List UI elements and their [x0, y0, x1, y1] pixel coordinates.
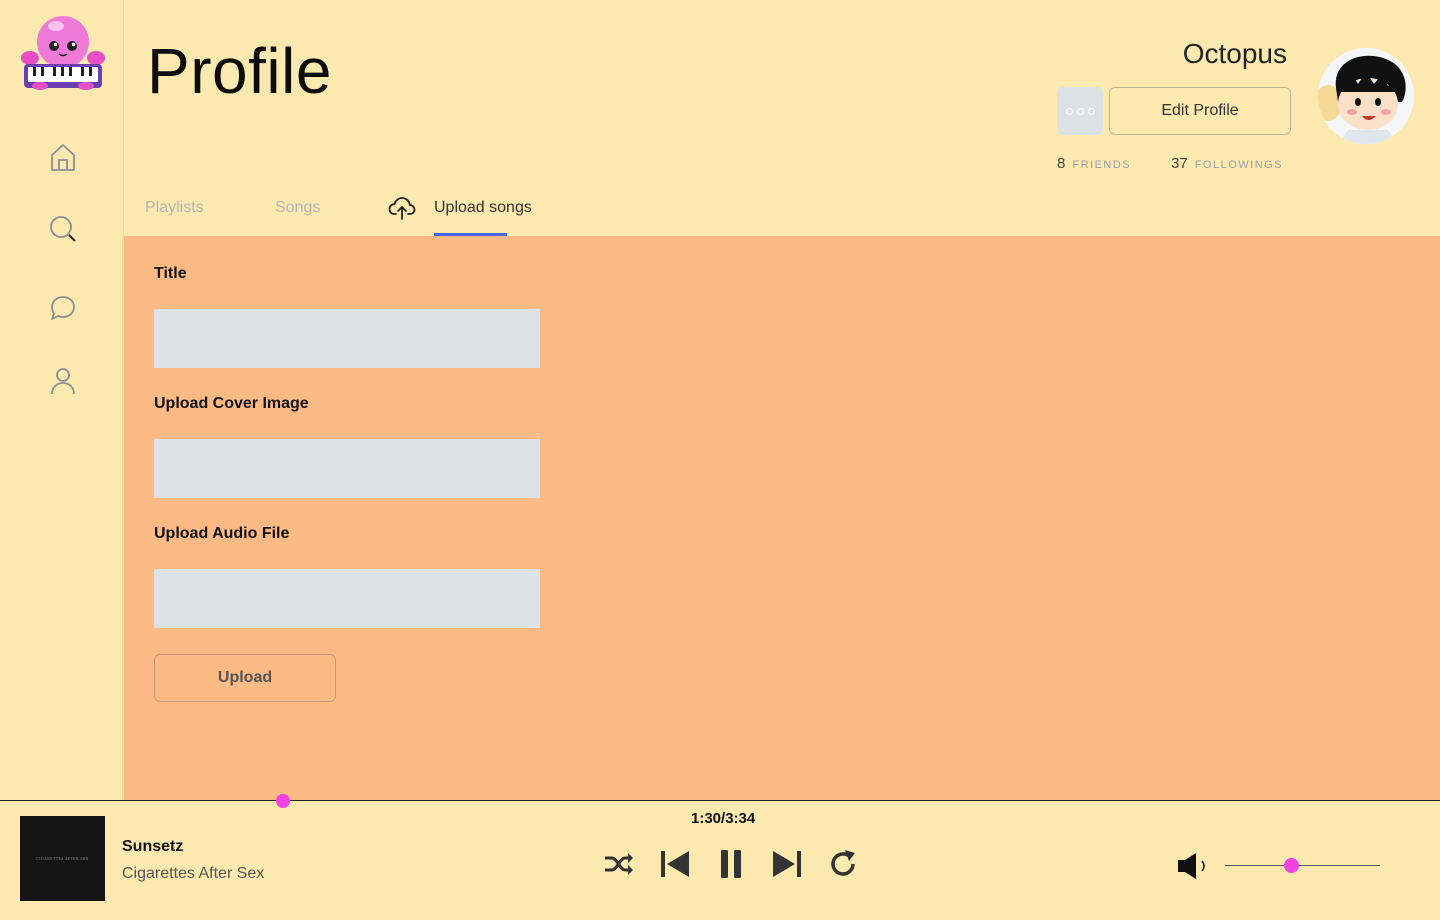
- followings-stat[interactable]: 37 FOLLOWINGS: [1171, 155, 1283, 172]
- friends-label: FRIENDS: [1072, 159, 1132, 171]
- profile-username: Octopus: [1182, 38, 1287, 69]
- friends-count: 8: [1057, 155, 1066, 172]
- user-icon: [51, 368, 75, 395]
- repeat-button[interactable]: [826, 847, 860, 881]
- album-cover[interactable]: CIGARETTES AFTER SEX: [20, 816, 105, 901]
- tab-upload-songs[interactable]: Upload songs: [434, 199, 532, 217]
- now-playing-title: Sunsetz: [122, 838, 184, 855]
- more-dots-icon: [1065, 107, 1073, 115]
- audio-file-label: Upload Audio File: [154, 525, 290, 542]
- more-options-button[interactable]: [1057, 87, 1103, 135]
- volume-slider-track[interactable]: [1225, 865, 1380, 866]
- album-cover-text: CIGARETTES AFTER SEX: [36, 856, 89, 861]
- upload-form-panel: Title Upload Cover Image Upload Audio Fi…: [122, 236, 1440, 801]
- next-track-button[interactable]: [770, 847, 804, 881]
- progress-seek-handle[interactable]: [276, 794, 290, 808]
- nav-profile[interactable]: [46, 364, 80, 398]
- volume-slider-handle[interactable]: [1284, 858, 1299, 873]
- nav-messages[interactable]: [46, 291, 80, 325]
- friends-stat[interactable]: 8 FRIENDS: [1057, 155, 1131, 172]
- previous-track-button[interactable]: [658, 847, 692, 881]
- audio-file-input[interactable]: [154, 569, 540, 628]
- search-icon: [50, 216, 76, 242]
- title-input[interactable]: [154, 309, 540, 368]
- now-playing-artist: Cigarettes After Sex: [122, 865, 265, 882]
- page-title: Profile: [147, 35, 332, 107]
- nav-search[interactable]: [46, 212, 80, 246]
- skip-forward-icon: [773, 851, 801, 877]
- skip-back-icon: [661, 851, 689, 877]
- edit-profile-button[interactable]: Edit Profile: [1109, 87, 1291, 135]
- pause-button[interactable]: [714, 847, 748, 881]
- volume-icon[interactable]: [1176, 851, 1212, 881]
- chat-icon: [51, 296, 75, 320]
- followings-count: 37: [1171, 155, 1188, 172]
- sidebar: [0, 0, 124, 800]
- avatar[interactable]: [1318, 48, 1414, 144]
- music-player-bar: CIGARETTES AFTER SEX Sunsetz Cigarettes …: [0, 794, 1440, 920]
- home-icon: [51, 144, 75, 171]
- cloud-upload-icon: [388, 197, 416, 220]
- repeat-icon: [831, 850, 855, 876]
- tab-songs[interactable]: Songs: [275, 199, 320, 217]
- octopus-logo[interactable]: [18, 10, 108, 94]
- shuffle-icon: [605, 853, 633, 875]
- followings-label: FOLLOWINGS: [1194, 159, 1284, 171]
- pause-icon: [721, 850, 741, 878]
- shuffle-button[interactable]: [602, 847, 636, 881]
- title-label: Title: [154, 265, 187, 282]
- cover-image-file-input[interactable]: [154, 439, 540, 498]
- nav-home[interactable]: [46, 140, 80, 174]
- tab-playlists[interactable]: Playlists: [145, 199, 204, 217]
- playback-time: 1:30/3:34: [691, 810, 756, 827]
- upload-button[interactable]: Upload: [154, 654, 336, 702]
- cover-image-label: Upload Cover Image: [154, 395, 309, 412]
